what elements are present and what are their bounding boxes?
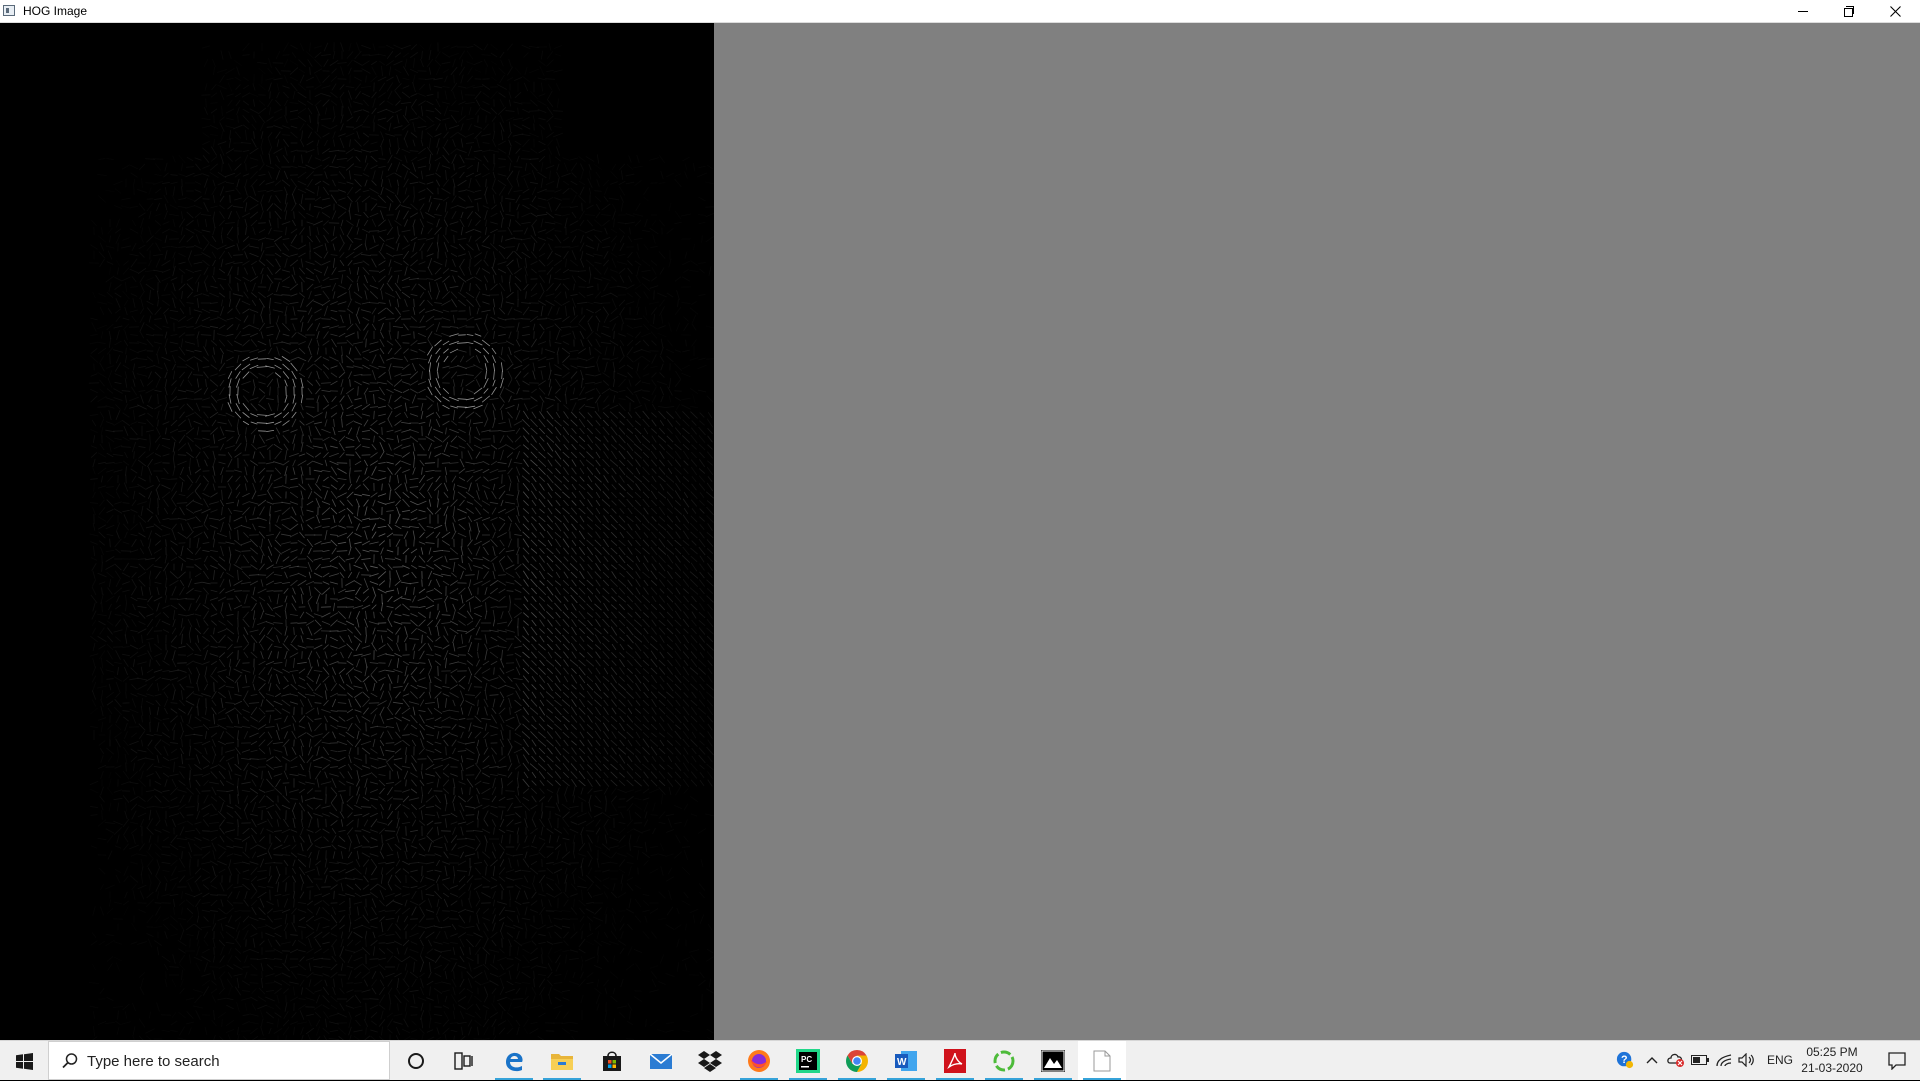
minimize-button[interactable] xyxy=(1780,0,1826,22)
search-icon xyxy=(61,1052,79,1070)
blank-document-icon xyxy=(1093,1050,1111,1072)
action-center-button[interactable] xyxy=(1874,1041,1920,1080)
hog-image xyxy=(0,23,714,1040)
taskbar-app-dropbox[interactable] xyxy=(686,1041,734,1080)
file-explorer-icon xyxy=(550,1050,574,1072)
search-placeholder: Type here to search xyxy=(87,1053,220,1071)
taskbar-app-file-explorer[interactable] xyxy=(538,1041,586,1080)
cortana-button[interactable] xyxy=(392,1041,440,1080)
acrobat-icon xyxy=(944,1049,966,1073)
taskbar-app-chrome[interactable] xyxy=(833,1041,881,1080)
dropbox-icon xyxy=(698,1050,722,1072)
pycharm-icon: PC xyxy=(796,1049,820,1073)
firefox-icon xyxy=(747,1049,771,1073)
speaker-icon xyxy=(1738,1053,1756,1067)
photos-icon xyxy=(1041,1050,1065,1072)
input-language-indicator[interactable]: ENG xyxy=(1767,1053,1793,1067)
start-button[interactable] xyxy=(0,1041,48,1081)
network-icon[interactable] xyxy=(1715,1051,1733,1069)
minimize-icon xyxy=(1798,11,1808,12)
close-button[interactable] xyxy=(1872,0,1918,22)
app-window-icon xyxy=(3,5,15,16)
restore-button[interactable] xyxy=(1826,0,1872,22)
notification-icon xyxy=(1888,1052,1906,1070)
window-title: HOG Image xyxy=(23,4,87,18)
task-view-icon xyxy=(454,1052,474,1070)
help-update-icon[interactable]: ? xyxy=(1616,1051,1634,1069)
taskbar-app-pycharm[interactable]: PC xyxy=(784,1041,832,1080)
battery-icon-glyph xyxy=(1691,1055,1709,1065)
taskbar-app-hog-window[interactable] xyxy=(1078,1041,1126,1080)
wifi-icon xyxy=(1715,1053,1733,1067)
taskbar-app-acrobat[interactable] xyxy=(931,1041,979,1080)
taskbar-app-green-circle[interactable] xyxy=(980,1041,1028,1080)
taskbar: Type here to search xyxy=(0,1040,1920,1080)
mail-icon xyxy=(649,1052,673,1070)
search-box[interactable]: Type here to search xyxy=(48,1041,390,1080)
taskbar-app-photos[interactable] xyxy=(1029,1041,1077,1080)
store-icon xyxy=(601,1050,623,1072)
security-status-icon[interactable] xyxy=(1667,1051,1685,1069)
title-bar[interactable]: HOG Image xyxy=(0,0,1920,23)
taskbar-app-store[interactable] xyxy=(588,1041,636,1080)
word-icon: W xyxy=(894,1049,918,1073)
clock-date: 21-03-2020 xyxy=(1797,1060,1867,1076)
edge-icon xyxy=(502,1049,526,1073)
clock-time: 05:25 PM xyxy=(1797,1044,1867,1060)
help-icon: ? xyxy=(1616,1050,1634,1070)
windows-logo-icon xyxy=(16,1053,33,1070)
taskbar-app-word[interactable]: W xyxy=(882,1041,930,1080)
image-viewport xyxy=(0,23,1920,1040)
close-icon xyxy=(1890,6,1901,17)
hog-cell-gradients xyxy=(0,23,714,1040)
restore-icon xyxy=(1844,6,1854,16)
taskbar-app-edge[interactable] xyxy=(490,1041,538,1080)
chrome-icon xyxy=(845,1049,869,1073)
clock[interactable]: 05:25 PM 21-03-2020 xyxy=(1797,1044,1867,1076)
cortana-icon xyxy=(407,1052,425,1070)
volume-icon[interactable] xyxy=(1738,1051,1756,1069)
taskbar-app-firefox[interactable] xyxy=(735,1041,783,1080)
show-hidden-icons-button[interactable] xyxy=(1643,1051,1661,1069)
cloud-error-icon xyxy=(1667,1052,1685,1068)
taskbar-app-mail[interactable] xyxy=(637,1041,685,1080)
green-circle-app-icon xyxy=(992,1049,1016,1073)
battery-icon[interactable] xyxy=(1691,1051,1709,1069)
chevron-up-icon xyxy=(1646,1056,1658,1064)
task-view-button[interactable] xyxy=(440,1041,488,1080)
